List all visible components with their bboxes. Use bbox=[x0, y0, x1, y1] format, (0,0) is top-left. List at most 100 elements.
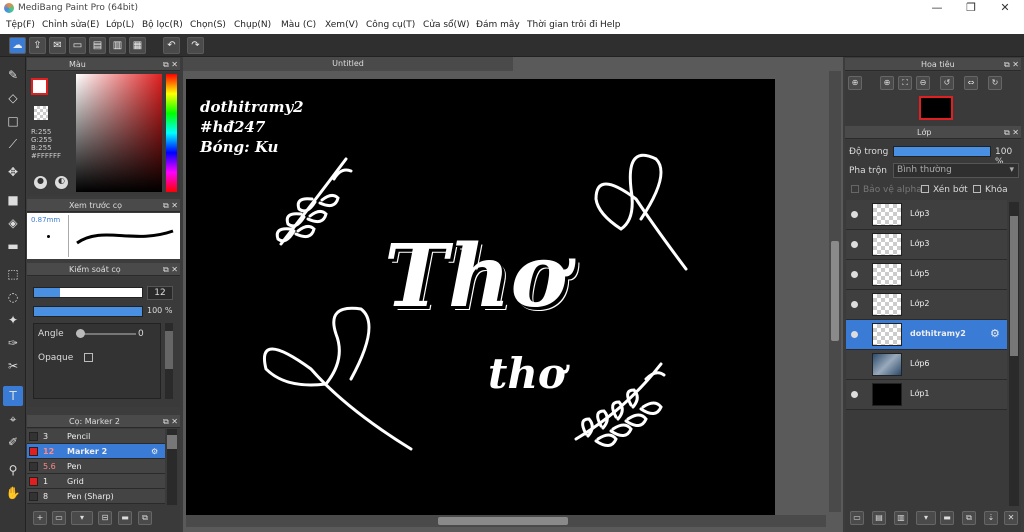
delete-layer-icon[interactable]: ✕ bbox=[1004, 511, 1018, 525]
eye-icon[interactable] bbox=[851, 271, 858, 278]
brush-settings-icon[interactable]: ⊟ bbox=[98, 511, 112, 525]
hue-slider[interactable] bbox=[166, 74, 177, 192]
operation-tool-icon[interactable]: ⌖ bbox=[3, 409, 23, 429]
select-pen-icon[interactable]: ⟋ bbox=[3, 134, 23, 154]
drawing-canvas[interactable]: dothitramy2 #hđ247 Bóng: Ku Thơ thơ bbox=[186, 79, 775, 515]
eye-icon[interactable] bbox=[851, 331, 858, 338]
rect-select-icon[interactable]: ⬚ bbox=[3, 264, 23, 284]
lock-checkbox[interactable] bbox=[973, 185, 981, 193]
transparent-swatch[interactable] bbox=[34, 106, 48, 120]
text-tool-icon[interactable]: T bbox=[3, 386, 23, 406]
menu-edit[interactable]: Chỉnh sửa(E) bbox=[42, 20, 99, 30]
menu-layer[interactable]: Lớp(L) bbox=[106, 20, 134, 30]
gear-icon[interactable]: ⚙ bbox=[151, 444, 158, 459]
rotate-left-icon[interactable]: ↺ bbox=[940, 76, 954, 90]
angle-slider[interactable] bbox=[76, 329, 136, 338]
layer-row[interactable]: Lớp3 bbox=[846, 230, 1007, 260]
move-tool-icon[interactable]: ✥ bbox=[3, 162, 23, 182]
brush-item-pen[interactable]: 5.6 Pen bbox=[27, 459, 165, 474]
dropper-icon[interactable]: ⚲ bbox=[3, 460, 23, 480]
panel-close-icon[interactable]: ⧉ ✕ bbox=[163, 263, 178, 276]
zoom-in-alt-icon[interactable]: ⊕ bbox=[880, 76, 894, 90]
eye-icon[interactable] bbox=[851, 301, 858, 308]
brush-tool-icon[interactable]: ✎ bbox=[3, 65, 23, 85]
undo-icon[interactable]: ↶ bbox=[163, 37, 180, 54]
vertical-scrollbar[interactable] bbox=[829, 71, 841, 512]
hand-tool-icon[interactable]: ✋ bbox=[3, 483, 23, 503]
saturation-value-picker[interactable] bbox=[76, 74, 162, 192]
lasso-select-icon[interactable]: ◌ bbox=[3, 287, 23, 307]
brush-item-pen-sharp[interactable]: 8 Pen (Sharp) bbox=[27, 489, 165, 504]
duplicate-icon[interactable]: ⧉ bbox=[138, 511, 152, 525]
redo-icon[interactable]: ↷ bbox=[187, 37, 204, 54]
menu-window[interactable]: Cửa sổ(W) bbox=[423, 20, 469, 30]
menu-filter[interactable]: Bộ lọc(R) bbox=[142, 20, 183, 30]
dot-tool-icon[interactable]: □ bbox=[3, 111, 23, 131]
close-button[interactable]: ✕ bbox=[988, 0, 1022, 17]
brush-item-pencil[interactable]: 3 Pencil bbox=[27, 429, 165, 444]
select-eraser-icon[interactable]: ✂ bbox=[3, 356, 23, 376]
panel-close-icon[interactable]: ⧉ ✕ bbox=[1004, 126, 1019, 139]
fit-window-icon[interactable]: ⛶ bbox=[898, 76, 912, 90]
brush-size-slider[interactable] bbox=[33, 287, 143, 298]
folder-icon[interactable]: ▬ bbox=[118, 511, 132, 525]
bucket-tool-icon[interactable]: ◈ bbox=[3, 213, 23, 233]
brush-opacity-slider[interactable] bbox=[33, 306, 143, 317]
horizontal-scrollbar[interactable] bbox=[186, 515, 826, 527]
brush-control-scrollbar[interactable] bbox=[165, 323, 173, 399]
new-layer-icon[interactable]: ▭ bbox=[850, 511, 864, 525]
brush-size-value[interactable]: 12 bbox=[147, 286, 173, 300]
eye-icon[interactable] bbox=[851, 241, 858, 248]
layer-row[interactable]: Lớp2 bbox=[846, 290, 1007, 320]
protect-alpha-checkbox[interactable] bbox=[851, 185, 859, 193]
clipping-checkbox[interactable] bbox=[921, 185, 929, 193]
menu-view[interactable]: Xem(V) bbox=[325, 20, 358, 30]
cloud-icon[interactable]: ☁ bbox=[9, 37, 26, 54]
select-pen-tool-icon[interactable]: ✑ bbox=[3, 333, 23, 353]
panel-close-icon[interactable]: ⧉ ✕ bbox=[163, 58, 178, 71]
grid-icon[interactable]: ▦ bbox=[129, 37, 146, 54]
share-icon[interactable]: ⇪ bbox=[29, 37, 46, 54]
gear-icon[interactable]: ⚙ bbox=[990, 327, 1000, 340]
layer-opacity-slider[interactable] bbox=[893, 146, 991, 157]
layer-menu-icon[interactable]: ▾ bbox=[916, 511, 936, 525]
minimize-button[interactable]: — bbox=[920, 0, 954, 17]
new-8bit-layer-icon[interactable]: ▥ bbox=[894, 511, 908, 525]
zoom-in-icon[interactable]: ⊕ bbox=[848, 76, 862, 90]
brush-list-scrollbar[interactable] bbox=[167, 429, 177, 505]
gradient-tool-icon[interactable]: ▬ bbox=[3, 236, 23, 256]
rotate-right-icon[interactable]: ↻ bbox=[988, 76, 1002, 90]
folder-icon[interactable]: ▬ bbox=[940, 511, 954, 525]
flip-icon[interactable]: ⇔ bbox=[964, 76, 978, 90]
primary-color-swatch[interactable] bbox=[31, 78, 48, 95]
zoom-out-icon[interactable]: ⊖ bbox=[916, 76, 930, 90]
brush-item-marker-2[interactable]: 12 Marker 2 ⚙ bbox=[27, 444, 165, 459]
layer-row[interactable]: Lớp3 bbox=[846, 200, 1007, 230]
layer-row-selected[interactable]: dothitramy2 ⚙ bbox=[846, 320, 1007, 350]
brush-item-grid[interactable]: 1 Grid bbox=[27, 474, 165, 489]
menu-color[interactable]: Màu (C) bbox=[281, 20, 316, 30]
panel-icon[interactable]: ▥ bbox=[109, 37, 126, 54]
magic-wand-icon[interactable]: ✦ bbox=[3, 310, 23, 330]
add-brush-icon[interactable]: + bbox=[33, 511, 47, 525]
merge-layer-icon[interactable]: ⇣ bbox=[984, 511, 998, 525]
blend-mode-select[interactable]: Bình thường ▾ bbox=[893, 163, 1019, 178]
eye-icon[interactable] bbox=[851, 211, 858, 218]
color-picker-icon[interactable]: ◐ bbox=[55, 176, 68, 189]
layer-list-scrollbar[interactable] bbox=[1009, 202, 1019, 506]
panel-close-icon[interactable]: ⧉ ✕ bbox=[1004, 58, 1019, 71]
maximize-button[interactable]: ❐ bbox=[954, 0, 988, 17]
new-brush-icon[interactable]: ▭ bbox=[52, 511, 66, 525]
layer-row[interactable]: Lớp6 bbox=[846, 350, 1007, 380]
document-tab[interactable]: Untitled bbox=[183, 57, 513, 71]
menu-cloud[interactable]: Đám mây bbox=[476, 20, 520, 30]
menu-timelapse[interactable]: Thời gian trôi đi bbox=[527, 20, 597, 30]
palette-icon[interactable]: ● bbox=[34, 176, 47, 189]
menu-help[interactable]: Help bbox=[600, 20, 621, 30]
menu-tools[interactable]: Công cụ(T) bbox=[366, 20, 415, 30]
menu-file[interactable]: Tệp(F) bbox=[6, 20, 35, 30]
eraser-tool-icon[interactable]: ◇ bbox=[3, 88, 23, 108]
document-icon[interactable]: ▤ bbox=[89, 37, 106, 54]
brush-menu-icon[interactable]: ▾ bbox=[71, 511, 93, 525]
duplicate-layer-icon[interactable]: ⧉ bbox=[962, 511, 976, 525]
